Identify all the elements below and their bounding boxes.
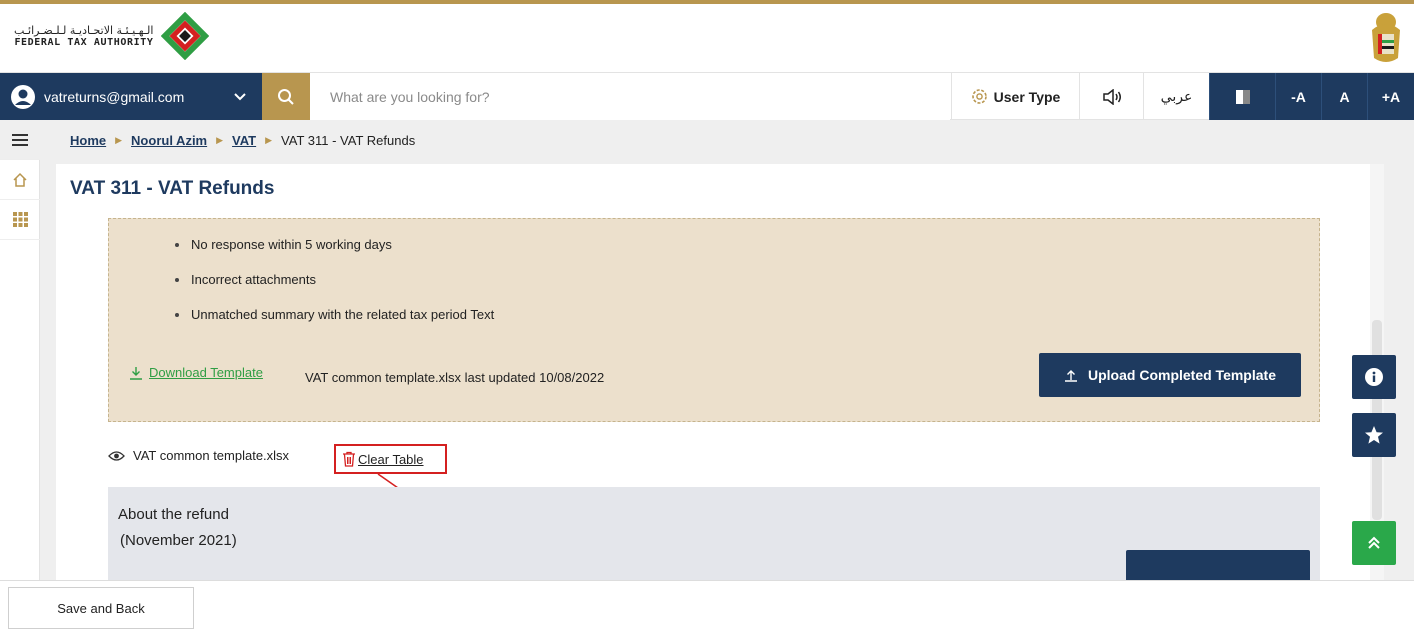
audio-button[interactable] [1079,73,1143,120]
contrast-icon [1235,89,1250,104]
contrast-toggle[interactable] [1209,73,1275,120]
user-type-label: User Type [993,88,1061,105]
footer-bar: Save and Back [0,580,1414,634]
fta-logo-icon [161,12,210,60]
breadcrumb-vat[interactable]: VAT [232,133,256,148]
save-and-back-button[interactable]: Save and Back [8,587,194,629]
fta-logo[interactable]: الـهـيـئـة الاتحـاديـة لـلـضـرائـب FEDER… [14,12,210,60]
info-float-button[interactable] [1352,355,1396,399]
user-type-button[interactable]: User Type [951,73,1079,120]
speaker-icon [1102,88,1121,105]
main-content: VAT 311 - VAT Refunds No response within… [40,160,1414,580]
about-refund-section: About the refund (November 2021) [108,487,1320,580]
chevron-down-icon[interactable] [234,92,246,101]
logo-english-name: FEDERAL TAX AUTHORITY [14,37,154,48]
breadcrumb-company[interactable]: Noorul Azim [131,133,207,148]
breadcrumb-arrow-icon: ▶ [115,134,123,145]
gear-icon [971,89,987,104]
about-refund-action-button[interactable] [1126,550,1310,580]
info-icon [1365,368,1383,386]
about-refund-period: (November 2021) [120,532,237,549]
menu-toggle[interactable] [0,120,40,160]
user-menu[interactable]: vatreturns@gmail.com [0,73,262,120]
language-toggle[interactable]: عربي [1143,73,1209,120]
search-button[interactable] [262,73,310,120]
breadcrumb-current: VAT 311 - VAT Refunds [281,132,416,148]
form-panel: VAT 311 - VAT Refunds No response within… [56,164,1370,580]
star-icon [1365,426,1383,444]
sidebar-home[interactable] [0,160,40,200]
favorite-float-button[interactable] [1352,413,1396,457]
user-avatar-icon [11,84,35,109]
left-sidebar [0,120,40,580]
uae-emblem-icon [1372,13,1400,62]
top-navbar: vatreturns@gmail.com User Type عربي -A A [0,72,1414,120]
sidebar-apps[interactable] [0,200,40,240]
double-chevron-up-icon [1368,536,1380,549]
breadcrumb-home[interactable]: Home [70,133,106,148]
user-email: vatreturns@gmail.com [44,88,185,105]
logo-arabic-name: الـهـيـئـة الاتحـاديـة لـلـضـرائـب [14,24,154,37]
logo-text: الـهـيـئـة الاتحـاديـة لـلـضـرائـب FEDER… [14,24,153,48]
scroll-to-top-button[interactable] [1352,521,1396,565]
hamburger-icon [12,133,28,146]
site-header: الـهـيـئـة الاتحـاديـة لـلـضـرائـب FEDER… [0,4,1414,72]
search-input[interactable] [310,73,950,120]
home-icon [13,172,27,187]
font-normal-button[interactable]: A [1321,73,1367,120]
grid-icon [12,212,28,227]
font-increase-button[interactable]: +A [1367,73,1414,120]
breadcrumb-arrow-icon: ▶ [216,134,224,145]
about-refund-title: About the refund [118,506,229,523]
search-icon [278,88,294,105]
font-decrease-button[interactable]: -A [1275,73,1321,120]
breadcrumb-arrow-icon: ▶ [265,134,273,145]
breadcrumb: Home ▶ Noorul Azim ▶ VAT ▶ VAT 311 - VAT… [40,120,1414,160]
